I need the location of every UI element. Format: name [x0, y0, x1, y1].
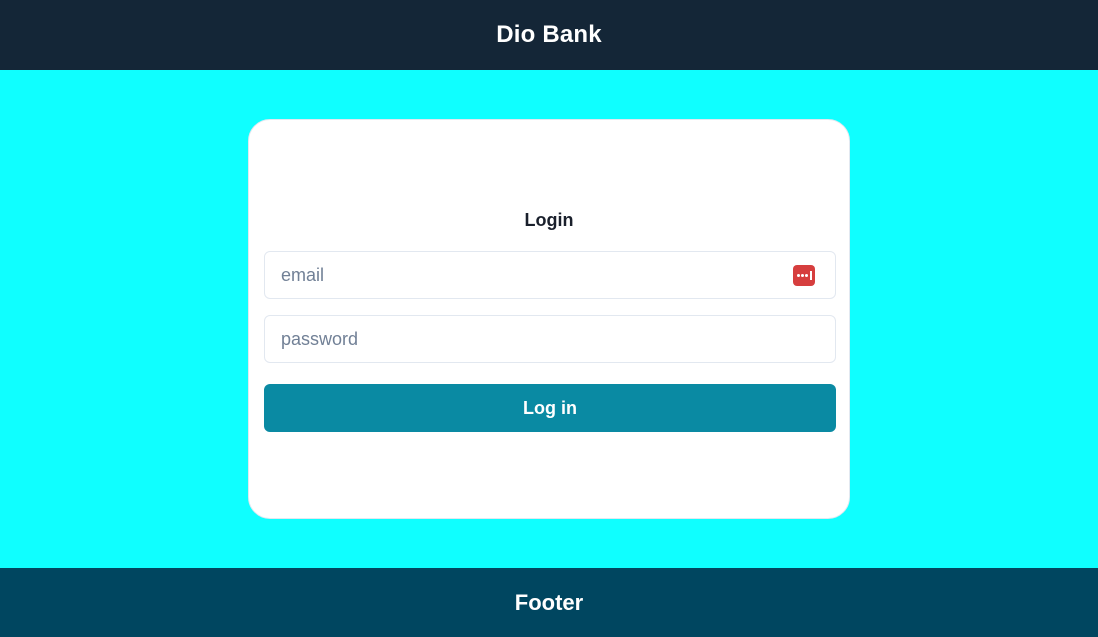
login-title: Login: [524, 210, 574, 230]
password-manager-dot: [801, 274, 805, 277]
main-content: Login Log in: [0, 70, 1098, 568]
password-manager-icon[interactable]: [793, 265, 815, 286]
password-input[interactable]: [265, 316, 835, 362]
password-manager-dot: [797, 274, 801, 277]
email-input[interactable]: [265, 252, 835, 298]
site-footer: Footer: [0, 568, 1098, 637]
login-card: Login Log in: [248, 119, 850, 519]
email-field-wrapper: [264, 251, 836, 299]
site-header: Dio Bank: [0, 0, 1098, 70]
app-title: Dio Bank: [496, 21, 602, 48]
password-field-wrapper: [264, 315, 836, 363]
footer-text: Footer: [514, 589, 584, 615]
password-manager-cursor: [810, 271, 812, 280]
password-manager-dot: [805, 274, 809, 277]
login-button[interactable]: Log in: [264, 384, 836, 432]
